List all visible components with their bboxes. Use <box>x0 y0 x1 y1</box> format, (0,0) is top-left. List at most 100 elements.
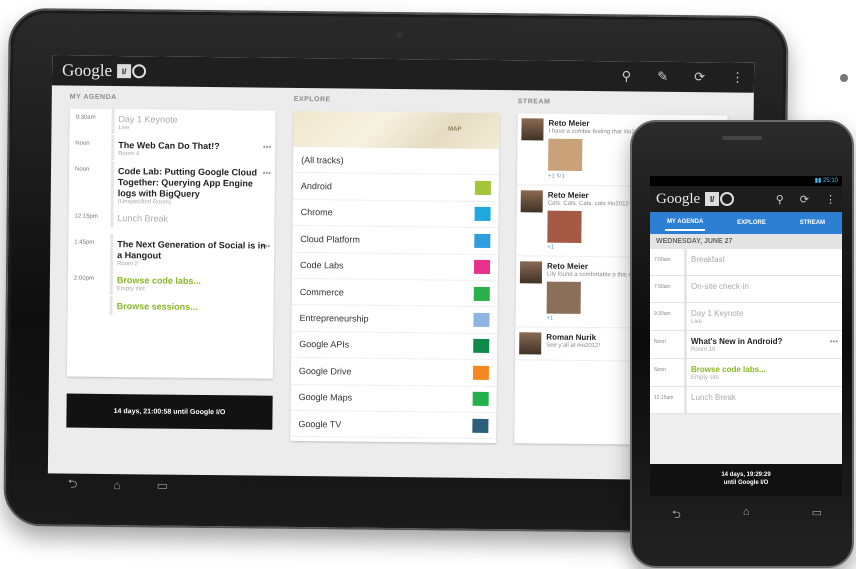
phone-nav-bar: ⮌ ⌂ ▭ <box>672 506 822 525</box>
post-photo[interactable] <box>546 281 581 314</box>
track-item[interactable]: Google TV <box>290 410 497 440</box>
agenda-title: MY AGENDA <box>69 93 117 102</box>
track-item[interactable]: Google Drive <box>290 358 498 387</box>
more-icon[interactable]: ••• <box>263 143 272 152</box>
post-photo[interactable] <box>548 138 583 171</box>
home-icon[interactable]: ⌂ <box>743 506 750 525</box>
agenda-item[interactable]: 7:00am On-site check-in <box>650 276 842 303</box>
agenda-item-title: Day 1 Keynote <box>118 114 178 125</box>
more-icon[interactable]: ••• <box>262 242 271 251</box>
agenda-list: 9:30am Day 1 Keynote Live Noon The Web Can D… <box>66 108 276 379</box>
tracks-list: (All tracks) Android Chrome Cloud Platform C… <box>290 146 500 440</box>
agenda-item[interactable]: 9:30am Day 1 Keynote Live <box>650 303 842 331</box>
post-stats: +1 <box>547 244 555 251</box>
post-photo[interactable] <box>547 210 582 243</box>
agenda-item-body: Browse sessions... <box>109 296 274 317</box>
agenda-item[interactable]: 7:00am Breakfast <box>650 249 842 276</box>
avatar <box>519 332 542 355</box>
track-item[interactable]: (All tracks) <box>293 146 500 176</box>
agenda-item-title: What's New in Android? <box>691 337 783 346</box>
track-color-swatch <box>473 339 490 354</box>
agenda-time: 12:15am <box>654 395 674 401</box>
overflow-menu-icon[interactable]: ⋮ <box>731 69 744 85</box>
edit-icon[interactable]: ✎ <box>657 69 668 85</box>
agenda-item-subtitle: Room 10 <box>691 347 716 353</box>
track-color-swatch <box>474 180 491 196</box>
more-icon[interactable]: ••• <box>830 337 838 346</box>
agenda-item-subtitle: Live <box>118 125 130 132</box>
agenda-time: 7:00am <box>654 284 671 290</box>
track-label: Google TV <box>298 418 342 430</box>
explore-column: EXPLORE MAP (All tracks) Android Chrome Clo… <box>290 96 500 478</box>
explore-title: EXPLORE <box>293 95 331 104</box>
track-item[interactable]: Cloud Platform <box>292 226 499 255</box>
overflow-menu-icon[interactable]: ⋮ <box>825 193 836 206</box>
recent-apps-icon[interactable]: ▭ <box>157 479 168 493</box>
refresh-icon[interactable]: ⟳ <box>800 193 809 206</box>
track-label: Chrome <box>300 207 333 218</box>
refresh-icon[interactable]: ⟳ <box>694 69 705 85</box>
agenda-item-title: Browse code labs... <box>691 365 766 374</box>
agenda-time: Noon <box>75 140 90 147</box>
agenda-item-body: The Next Generation of Social is in a Ha… <box>109 234 275 272</box>
agenda-item-body: Code Lab: Putting Google Cloud Together:… <box>110 161 276 210</box>
agenda-item[interactable]: Browse sessions... <box>67 296 274 324</box>
agenda-item-body: Browse code labs... Empty slot <box>109 270 274 297</box>
agenda-item[interactable]: 12:15pm Lunch Break <box>68 208 275 236</box>
track-item[interactable]: Code Labs <box>291 252 499 282</box>
agenda-item[interactable]: Noon Code Lab: Putting Google Cloud Toget… <box>69 161 276 210</box>
back-icon[interactable]: ⮌ <box>68 474 78 495</box>
decorative-dot <box>840 74 848 82</box>
agenda-item[interactable]: 1:45pm The Next Generation of Social is i… <box>68 234 275 272</box>
agenda-time: 2:00pm <box>73 275 94 282</box>
post-text: See y'all at #io2012! <box>546 342 601 350</box>
agenda-item-body: Lunch Break <box>684 387 842 413</box>
track-item[interactable]: Commerce <box>291 278 498 308</box>
agenda-item[interactable]: 12:15am Lunch Break <box>650 387 842 414</box>
track-item[interactable]: Google Maps <box>290 384 497 413</box>
agenda-item-subtitle: (Unspecified Room) <box>117 199 171 206</box>
track-label: Entrepreneurship <box>299 313 369 324</box>
more-icon[interactable]: ••• <box>263 169 272 178</box>
agenda-item-body: The Web Can Do That!? Room 4 ••• <box>111 135 276 162</box>
map-tile[interactable]: MAP <box>293 110 500 150</box>
agenda-item-title: Lunch Break <box>117 213 169 224</box>
status-bar: ▮▮ 25:10 <box>650 176 842 186</box>
stream-post-body: Reto Meier Cats. Cats. Cats. cats #io2012… <box>547 191 629 252</box>
agenda-item-body: Day 1 Keynote Live <box>111 109 276 136</box>
track-label: Code Labs <box>300 260 344 271</box>
speaker-grille <box>722 136 762 140</box>
agenda-item[interactable]: Noon Browse code labs... Empty slot <box>650 359 842 387</box>
agenda-time: 7:00am <box>654 257 671 263</box>
phone-screen: ▮▮ 25:10 Google I/ ⚲ ⟳ ⋮ MY AGENDA EXPLOR… <box>650 176 842 496</box>
track-item[interactable]: Android <box>292 173 500 202</box>
post-text: Cats. Cats. Cats. cats #io2012 <box>547 200 629 208</box>
countdown-banner: 14 days, 19:29:29 until Google I/O <box>650 464 842 496</box>
agenda-item-title: Code Lab: Putting Google Cloud Together:… <box>117 166 258 199</box>
tab-stream[interactable]: STREAM <box>798 216 827 230</box>
home-icon[interactable]: ⌂ <box>113 478 120 492</box>
tab-explore[interactable]: EXPLORE <box>735 216 768 230</box>
track-color-swatch <box>472 418 489 433</box>
agenda-item-title: Lunch Break <box>691 393 736 402</box>
agenda-item-body: Browse code labs... Empty slot <box>684 359 842 386</box>
recent-apps-icon[interactable]: ▭ <box>812 506 822 525</box>
back-icon[interactable]: ⮌ <box>672 506 681 525</box>
track-item[interactable]: Entrepreneurship <box>291 305 498 334</box>
agenda-item-subtitle: Live <box>691 319 703 325</box>
agenda-item[interactable]: 9:30am Day 1 Keynote Live <box>69 109 276 137</box>
avatar <box>519 261 543 284</box>
agenda-item-body: What's New in Android? Room 10 ••• <box>684 331 842 358</box>
track-label: Google APIs <box>299 339 350 350</box>
stream-title: STREAM <box>517 98 551 106</box>
track-item[interactable]: Chrome <box>292 199 499 229</box>
search-icon[interactable]: ⚲ <box>776 193 784 206</box>
agenda-item[interactable]: Noon What's New in Android? Room 10 ••• <box>650 331 842 359</box>
agenda-item[interactable]: Noon The Web Can Do That!? Room 4 ••• <box>69 135 276 163</box>
search-icon[interactable]: ⚲ <box>622 68 632 84</box>
agenda-item[interactable]: 2:00pm Browse code labs... Empty slot <box>68 270 274 298</box>
track-item[interactable]: Google APIs <box>291 331 498 361</box>
agenda-time: 9:30am <box>75 114 96 121</box>
agenda-time: Noon <box>75 166 90 173</box>
tab-my-agenda[interactable]: MY AGENDA <box>664 215 706 231</box>
